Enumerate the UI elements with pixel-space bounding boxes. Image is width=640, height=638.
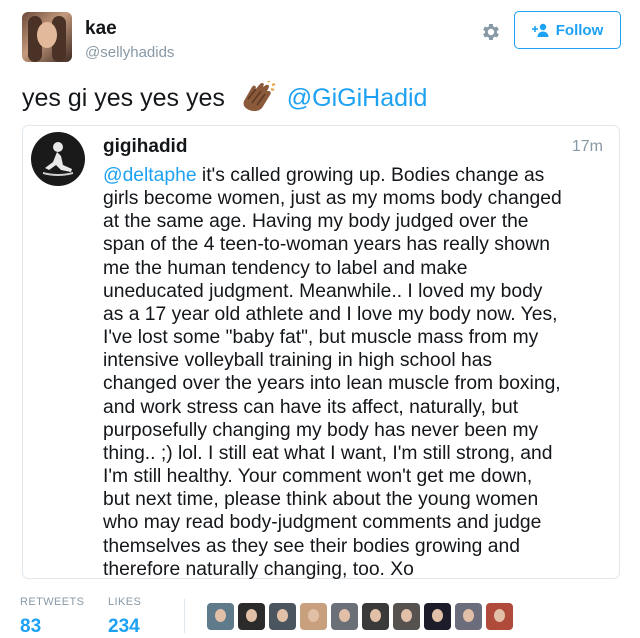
liker-avatar[interactable] <box>331 603 358 630</box>
liker-avatar[interactable] <box>207 603 234 630</box>
follow-button[interactable]: Follow <box>514 11 621 49</box>
avatar[interactable] <box>22 12 72 62</box>
tweet-header: kae @sellyhadids Follow <box>22 10 622 66</box>
quoted-timestamp[interactable]: 17m <box>572 138 603 156</box>
quoted-mention[interactable]: @deltaphe <box>103 165 197 186</box>
quoted-text-segment: span of the 4 teen-to-woman years has re… <box>103 234 550 256</box>
quoted-text-line: themselves as they see their bodies grow… <box>103 535 609 558</box>
liker-avatar[interactable] <box>424 603 451 630</box>
liker-avatar[interactable] <box>455 603 482 630</box>
user-handle[interactable]: @sellyhadids <box>85 44 174 61</box>
quoted-text-segment: as a 17 year old athlete and I love my b… <box>103 303 558 325</box>
quoted-text-segment: thing.. ;) lol. I still eat what I want,… <box>103 442 553 464</box>
quoted-text-line: intensive volleyball training in high sc… <box>103 349 609 372</box>
liker-avatar[interactable] <box>393 603 420 630</box>
quoted-text-segment: girls become women, just as my moms body… <box>103 188 562 210</box>
liker-avatar[interactable] <box>486 603 513 630</box>
quoted-text-line: @deltaphe it's called growing up. Bodies… <box>103 164 609 187</box>
quoted-text-segment: uneducated judgment. Meanwhile.. I loved… <box>103 280 543 302</box>
quoted-text-line: therefore naturally changing, too. Xo <box>103 558 609 581</box>
quoted-text-line: girls become women, just as my moms body… <box>103 187 609 210</box>
tweet-text-prefix: yes gi yes yes yes <box>22 84 225 112</box>
add-person-icon <box>531 23 549 37</box>
quoted-text-line: purposefully changing my body has never … <box>103 419 609 442</box>
quoted-text-line: and work stress can have its affect, nat… <box>103 396 609 419</box>
quoted-text-segment: but next time, please think about the yo… <box>103 489 539 511</box>
quoted-text-segment: it's called growing up. Bodies change as <box>196 165 545 186</box>
quoted-text-segment: themselves as they see their bodies grow… <box>103 535 520 557</box>
quoted-text-segment: me the human tendency to label and make <box>103 257 468 279</box>
quoted-text-line: but next time, please think about the yo… <box>103 488 609 511</box>
quoted-text-segment: I've lost some "baby fat", but muscle ma… <box>103 327 539 349</box>
liker-avatar[interactable] <box>362 603 389 630</box>
quoted-tweet[interactable]: gigihadid 17m @deltaphe it's called grow… <box>22 125 620 581</box>
clapping-hands-icon <box>243 81 276 112</box>
quoted-user-name[interactable]: gigihadid <box>103 136 187 158</box>
quoted-text-line: me the human tendency to label and make <box>103 257 609 280</box>
tweet-text: yes gi yes yes yes @GiGiHadid <box>22 81 428 114</box>
liker-avatar[interactable] <box>300 603 327 630</box>
quoted-text-line: I'm still healthy. Your comment won't ge… <box>103 465 609 488</box>
likes-count[interactable]: 234 <box>108 616 140 638</box>
person-silhouette-icon <box>43 142 73 176</box>
quoted-text-line: thing.. ;) lol. I still eat what I want,… <box>103 442 609 465</box>
quoted-text: @deltaphe it's called growing up. Bodies… <box>103 164 609 581</box>
quoted-text-segment: and work stress can have its affect, nat… <box>103 396 519 418</box>
tweet-mention[interactable]: @GiGiHadid <box>287 84 428 112</box>
quoted-text-line: as a 17 year old athlete and I love my b… <box>103 303 609 326</box>
liker-avatar[interactable] <box>238 603 265 630</box>
liker-avatars <box>207 603 513 630</box>
quoted-text-segment: at the same age. Having my body judged o… <box>103 211 529 233</box>
quoted-avatar[interactable] <box>31 132 85 186</box>
gear-icon[interactable] <box>480 21 502 43</box>
retweets-count[interactable]: 83 <box>20 616 41 638</box>
quoted-text-segment: changed over the years into lean muscle … <box>103 373 561 395</box>
follow-label: Follow <box>555 21 604 39</box>
quoted-text-line: who may read body-judgment comments and … <box>103 511 609 534</box>
quoted-text-line: I've lost some "baby fat", but muscle ma… <box>103 326 609 349</box>
quoted-text-line: at the same age. Having my body judged o… <box>103 210 609 233</box>
retweets-label: RETWEETS <box>20 596 85 608</box>
liker-avatar[interactable] <box>269 603 296 630</box>
stats-divider <box>184 599 185 633</box>
quoted-text-segment: who may read body-judgment comments and … <box>103 512 542 534</box>
likes-label: LIKES <box>108 596 142 608</box>
quoted-text-line: changed over the years into lean muscle … <box>103 372 609 395</box>
quoted-text-segment: purposefully changing my body has never … <box>103 419 539 441</box>
user-name[interactable]: kae <box>85 18 117 40</box>
quoted-text-segment: therefore naturally changing, too. Xo <box>103 558 414 580</box>
quoted-text-line: uneducated judgment. Meanwhile.. I loved… <box>103 280 609 303</box>
quoted-text-segment: I'm still healthy. Your comment won't ge… <box>103 466 533 488</box>
quoted-text-line: span of the 4 teen-to-woman years has re… <box>103 233 609 256</box>
quoted-text-segment: intensive volleyball training in high sc… <box>103 350 493 372</box>
